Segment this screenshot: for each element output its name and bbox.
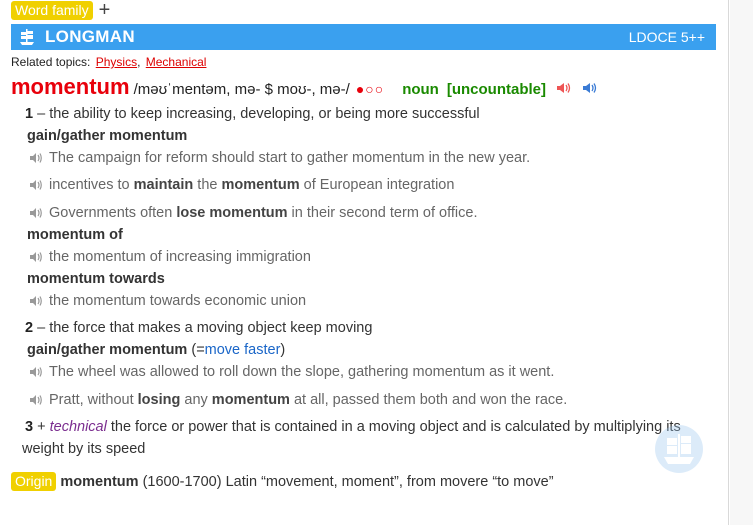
sense-definition: the ability to keep increasing, developi…: [49, 106, 480, 122]
example-speaker-icon[interactable]: [29, 152, 43, 164]
example-sentence: Pratt, without losing any momentum at al…: [29, 392, 567, 408]
collocation: momentum of: [27, 227, 123, 243]
sense-definition: the force that makes a moving object kee…: [49, 320, 373, 336]
register-label: technical: [49, 419, 107, 435]
sense-definition-continued: weight by its speed: [22, 441, 146, 457]
synonym-link[interactable]: move faster: [205, 342, 281, 358]
headword-line: momentum /məʊˈmentəm, mə- $ moʊ-, mə-/ ●…: [11, 74, 598, 100]
headword: momentum: [11, 74, 130, 99]
content-border: [728, 0, 729, 525]
vertical-scrollbar[interactable]: [730, 0, 753, 525]
example-speaker-icon[interactable]: [29, 251, 43, 263]
part-of-speech: noun: [402, 81, 439, 98]
sense-3: 3 + technical the force or power that is…: [25, 419, 681, 435]
topbar: Word family +: [11, 0, 110, 20]
example-speaker-icon[interactable]: [29, 366, 43, 378]
ship-watermark-icon: [655, 425, 703, 473]
sense-number: 1: [25, 106, 34, 122]
example-speaker-icon[interactable]: [29, 295, 43, 307]
example-sentence: The campaign for reform should start to …: [29, 150, 530, 166]
grammar-label: [uncountable]: [446, 81, 546, 98]
origin-text: (1600-1700) Latin “movement, moment”, fr…: [142, 474, 554, 490]
ship-logo-icon: [20, 29, 34, 45]
origin-tag: Origin: [11, 472, 57, 491]
example-sentence: the momentum of increasing immigration: [29, 249, 311, 265]
british-speaker-icon[interactable]: [556, 82, 572, 94]
example-sentence: The wheel was allowed to roll down the s…: [29, 364, 554, 380]
sense-number: 3: [25, 419, 34, 435]
topic-link-mechanical[interactable]: Mechanical: [146, 55, 207, 69]
collocation: gain/gather momentum: [27, 128, 188, 144]
collocation: momentum towards: [27, 271, 165, 287]
origin-word: momentum: [60, 474, 139, 490]
american-speaker-icon[interactable]: [582, 82, 598, 94]
collocation: gain/gather momentum: [27, 342, 188, 358]
collocation-line: gain/gather momentum (=move faster): [27, 342, 286, 358]
pronunciation: /məʊˈmentəm, mə- $ moʊ-, mə-/: [133, 81, 350, 98]
related-topics-label: Related topics:: [11, 55, 91, 69]
sense-definition: the force or power that is contained in …: [110, 419, 681, 435]
topic-link-physics[interactable]: Physics: [96, 55, 137, 69]
brand-title: LONGMAN: [45, 27, 135, 46]
origin-line: Origin momentum (1600-1700) Latin “movem…: [11, 472, 554, 491]
dictionary-header: LONGMAN LDOCE 5++: [11, 24, 716, 50]
sense-number: 2: [25, 320, 34, 336]
example-sentence: the momentum towards economic union: [29, 293, 306, 309]
example-sentence: incentives to maintain the momentum of E…: [29, 177, 454, 193]
plus-icon[interactable]: +: [99, 0, 111, 20]
example-sentence: Governments often lose momentum in their…: [29, 205, 477, 221]
example-speaker-icon[interactable]: [29, 179, 43, 191]
word-family-button[interactable]: Word family: [11, 0, 93, 20]
related-topics: Related topics: Physics, Mechanical: [11, 55, 207, 69]
example-speaker-icon[interactable]: [29, 207, 43, 219]
sense-2: 2 – the force that makes a moving object…: [25, 320, 373, 336]
frequency-marker: ●○○: [355, 81, 385, 97]
example-speaker-icon[interactable]: [29, 394, 43, 406]
sense-1: 1 – the ability to keep increasing, deve…: [25, 106, 480, 122]
edition-label: LDOCE 5++: [628, 29, 705, 45]
